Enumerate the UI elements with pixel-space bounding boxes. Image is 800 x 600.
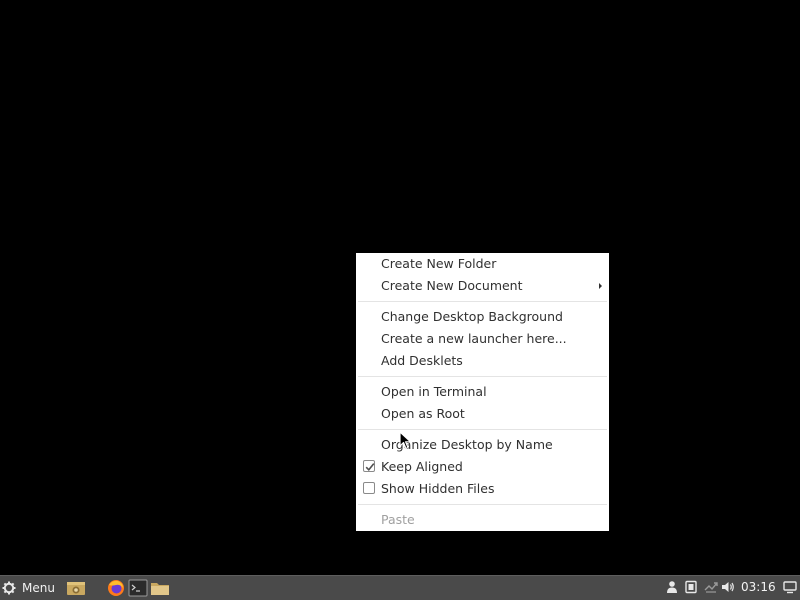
menu-button[interactable]: Menu	[2, 578, 59, 598]
menu-item-create-new-folder[interactable]: Create New Folder	[356, 253, 609, 275]
network-icon[interactable]	[704, 580, 718, 594]
files-icon[interactable]	[150, 579, 170, 597]
menu-item-label: Create New Document	[381, 278, 523, 293]
clock[interactable]: 03:16	[741, 580, 776, 594]
gear-icon	[2, 581, 16, 595]
menu-item-add-desklets[interactable]: Add Desklets	[356, 350, 609, 372]
menu-button-label: Menu	[22, 581, 55, 595]
menu-separator	[358, 301, 607, 302]
menu-item-label: Keep Aligned	[381, 459, 463, 474]
show-desktop-icon[interactable]	[66, 579, 86, 597]
menu-item-paste: Paste	[356, 509, 609, 531]
menu-item-open-in-terminal[interactable]: Open in Terminal	[356, 381, 609, 403]
display-icon[interactable]	[783, 580, 797, 594]
menu-item-open-as-root[interactable]: Open as Root	[356, 403, 609, 425]
desktop-context-menu: Create New Folder Create New Document Ch…	[356, 253, 609, 531]
menu-item-label: Change Desktop Background	[381, 309, 563, 324]
menu-item-show-hidden-files[interactable]: Show Hidden Files	[356, 478, 609, 500]
show-hidden-files-checkbox[interactable]	[363, 482, 375, 494]
menu-separator	[358, 429, 607, 430]
menu-item-create-new-document[interactable]: Create New Document	[356, 275, 609, 297]
menu-item-label: Show Hidden Files	[381, 481, 495, 496]
menu-item-label: Open in Terminal	[381, 384, 487, 399]
terminal-icon[interactable]	[128, 579, 148, 597]
menu-item-label: Create a new launcher here...	[381, 331, 567, 346]
menu-item-create-launcher[interactable]: Create a new launcher here...	[356, 328, 609, 350]
keep-aligned-checkbox[interactable]	[363, 460, 375, 472]
submenu-arrow-icon	[599, 283, 602, 289]
menu-separator	[358, 504, 607, 505]
menu-item-change-desktop-background[interactable]: Change Desktop Background	[356, 306, 609, 328]
menu-item-label: Add Desklets	[381, 353, 463, 368]
menu-item-label: Paste	[381, 512, 415, 527]
menu-separator	[358, 376, 607, 377]
menu-item-label: Open as Root	[381, 406, 465, 421]
menu-item-label: Create New Folder	[381, 256, 497, 271]
user-icon[interactable]	[665, 580, 679, 594]
clipboard-icon[interactable]	[684, 580, 698, 594]
checkmark-icon	[365, 463, 375, 471]
mouse-pointer-icon	[399, 431, 412, 450]
firefox-icon[interactable]	[106, 579, 126, 597]
menu-item-organize-desktop[interactable]: Organize Desktop by Name	[356, 434, 609, 456]
bottom-panel: Menu 03:16	[0, 575, 800, 600]
menu-item-keep-aligned[interactable]: Keep Aligned	[356, 456, 609, 478]
volume-icon[interactable]	[721, 580, 735, 594]
